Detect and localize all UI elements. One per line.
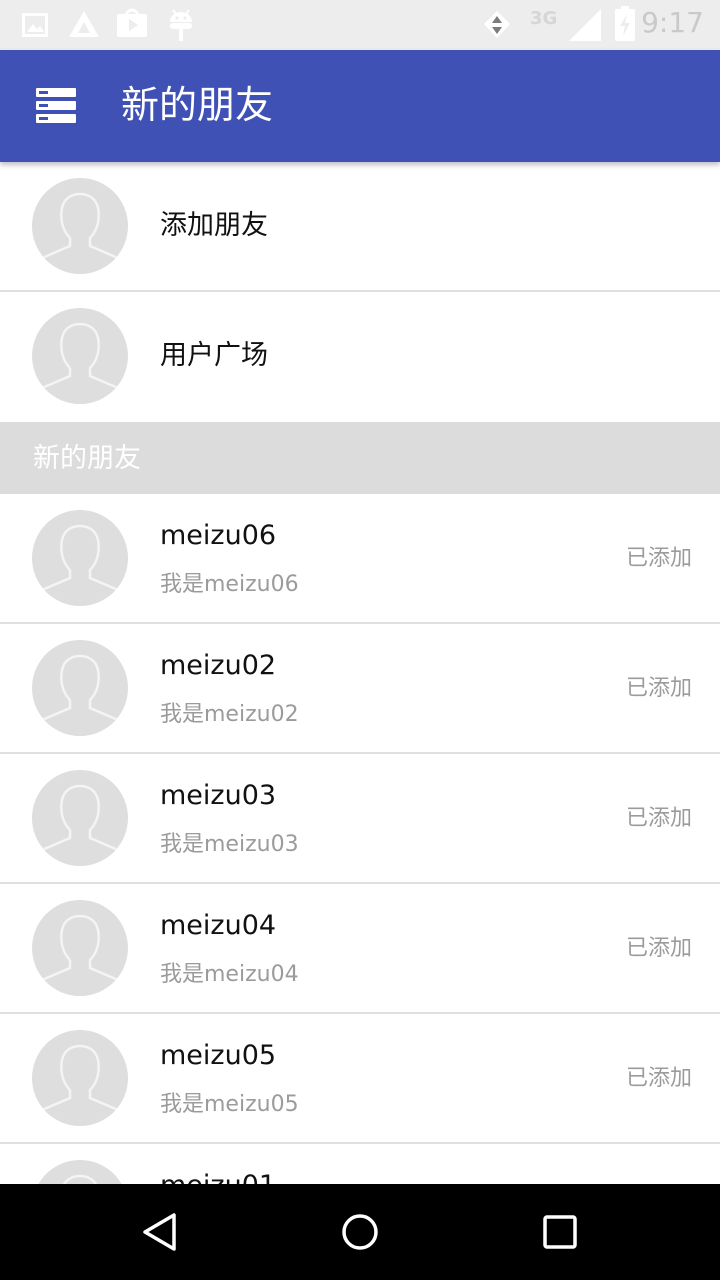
android-icon (170, 9, 192, 41)
section-header: 新的朋友 (0, 422, 720, 494)
friend-subtitle: 我是meizu06 (160, 572, 299, 597)
avatar-placeholder-icon (32, 770, 128, 866)
add-friend-entry[interactable]: 添加朋友 (0, 162, 720, 292)
friend-name: meizu02 (160, 650, 277, 681)
user-plaza-entry[interactable]: 用户广场 (0, 292, 720, 422)
friend-name: meizu03 (160, 780, 277, 811)
friend-subtitle: 我是meizu04 (160, 962, 299, 987)
clock: 9:17 (641, 6, 704, 39)
signal-icon (569, 9, 601, 41)
entry-label: 用户广场 (160, 340, 268, 371)
network-type-label: 3G (530, 8, 558, 29)
section-title: 新的朋友 (33, 443, 141, 474)
friend-row[interactable]: meizu03 我是meizu03 已添加 (0, 754, 720, 884)
avatar-placeholder-icon (32, 308, 128, 404)
friend-status: 已添加 (625, 546, 692, 571)
friend-row[interactable]: meizu01 (0, 1144, 720, 1184)
friend-name: meizu04 (160, 910, 277, 941)
avatar-placeholder-icon (32, 640, 128, 736)
friend-subtitle: 我是meizu02 (160, 702, 299, 727)
avatar-placeholder-icon (32, 178, 128, 274)
friend-row[interactable]: meizu04 我是meizu04 已添加 (0, 884, 720, 1014)
friend-subtitle: 我是meizu03 (160, 832, 299, 857)
content-list: 添加朋友 用户广场 新的朋友 meizu06 我是meizu06 已添加 mei… (0, 162, 720, 1184)
avatar-placeholder-icon (38, 1160, 122, 1184)
friend-subtitle: 我是meizu05 (160, 1092, 299, 1117)
friend-status: 已添加 (625, 806, 692, 831)
data-arrows-icon (484, 11, 510, 38)
battery-charging-icon (615, 6, 635, 41)
home-icon[interactable] (336, 1208, 384, 1256)
menu-icon[interactable] (36, 88, 76, 124)
image-icon (22, 13, 48, 37)
friend-row[interactable]: meizu06 我是meizu06 已添加 (0, 494, 720, 624)
avatar-placeholder-icon (32, 1030, 128, 1126)
friend-status: 已添加 (625, 676, 692, 701)
app-triangle-icon (69, 11, 99, 37)
back-icon[interactable] (136, 1208, 184, 1256)
navigation-bar (0, 1184, 720, 1280)
status-bar: 3G 9:17 (0, 0, 720, 50)
play-store-icon (117, 8, 147, 37)
friend-status: 已添加 (625, 1066, 692, 1091)
avatar-placeholder-icon (32, 510, 128, 606)
toolbar: 新的朋友 (0, 50, 720, 162)
friend-row[interactable]: meizu02 我是meizu02 已添加 (0, 624, 720, 754)
recents-icon[interactable] (536, 1208, 584, 1256)
friend-status: 已添加 (625, 936, 692, 961)
entry-label: 添加朋友 (160, 210, 268, 241)
page-title: 新的朋友 (121, 83, 274, 127)
friend-name: meizu01 (160, 1168, 276, 1184)
friend-row[interactable]: meizu05 我是meizu05 已添加 (0, 1014, 720, 1144)
friend-name: meizu06 (160, 520, 277, 551)
friend-name: meizu05 (160, 1040, 277, 1071)
avatar-placeholder-icon (32, 900, 128, 996)
